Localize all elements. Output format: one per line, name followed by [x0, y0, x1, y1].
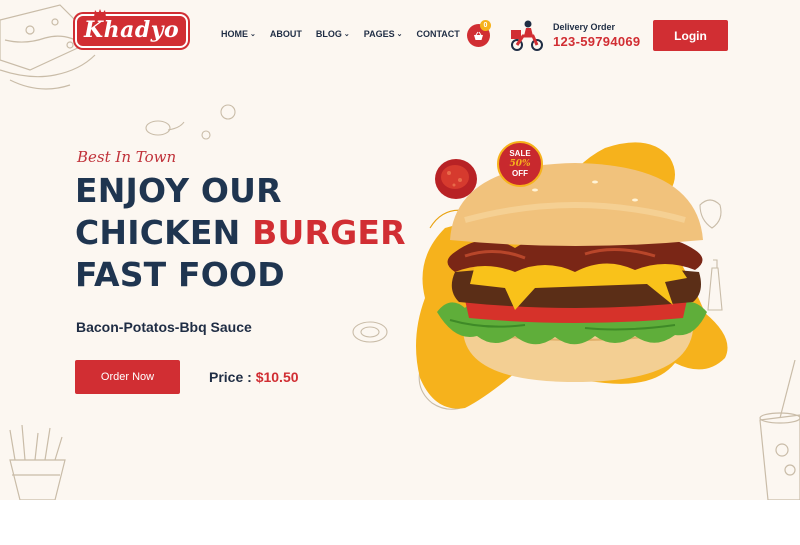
nav-item-about[interactable]: ABOUT — [270, 29, 302, 39]
drink-sketch-icon — [759, 360, 800, 500]
nav-item-blog[interactable]: BLOG ⌄ — [316, 29, 350, 39]
nav-item-pages[interactable]: PAGES ⌄ — [364, 29, 403, 39]
price-display: Price : $10.50 — [209, 369, 299, 385]
tomato-slice-sketch-icon — [352, 321, 388, 343]
nav-item-label: BLOG — [315, 29, 342, 39]
brand-name: Khadyo — [75, 14, 189, 48]
login-button[interactable]: Login — [653, 20, 728, 51]
nav-item-label: ABOUT — [269, 29, 302, 39]
sale-badge-line3: OFF — [512, 169, 528, 178]
chevron-down-icon: ⌄ — [343, 31, 350, 38]
chevron-down-icon: ⌄ — [396, 31, 403, 38]
nav-item-label: PAGES — [363, 29, 395, 39]
nav-item-home[interactable]: HOME ⌄ — [221, 29, 256, 39]
hero-headline: ENJOY OUR CHICKEN BURGER FAST FOOD — [75, 170, 406, 296]
crown-icon — [94, 9, 106, 17]
basket-icon — [474, 31, 483, 40]
sale-badge: SALE 50% OFF — [497, 141, 543, 187]
order-now-button[interactable]: Order Now — [75, 360, 180, 394]
scooter-icon — [511, 20, 543, 51]
price-value: $10.50 — [255, 369, 299, 385]
price-label: Price : — [209, 369, 256, 385]
bottom-section — [0, 500, 800, 545]
headline-line-1: ENJOY OUR — [75, 171, 282, 210]
hero-tagline: Best In Town — [77, 148, 177, 166]
hero-section: SALE 50% OFF Khadyo HOME ⌄ ABOUT BLOG ⌄ … — [0, 0, 800, 500]
delivery-phone[interactable]: 123-59794069 — [553, 34, 640, 49]
delivery-label: Delivery Order — [553, 22, 616, 32]
chevron-down-icon: ⌄ — [250, 31, 256, 38]
herb-sketch-icon — [145, 104, 236, 140]
brand-logo[interactable]: Khadyo — [75, 9, 189, 48]
nav-item-contact[interactable]: CONTACT — [416, 29, 459, 39]
headline-line-2: CHICKEN — [75, 213, 253, 252]
burger-image — [437, 163, 707, 382]
nav-item-label: HOME — [221, 29, 248, 39]
cart-count-badge: 0 — [480, 20, 491, 31]
sale-badge-line2: 50% — [509, 159, 531, 169]
fries-sketch-icon — [9, 425, 66, 500]
sale-badge-line1: SALE — [509, 149, 531, 158]
headline-accent: BURGER — [252, 213, 406, 252]
nav-item-label: CONTACT — [416, 29, 460, 39]
hero-subtitle: Bacon-Potatos-Bbq Sauce — [76, 319, 252, 335]
headline-line-3: FAST FOOD — [75, 255, 285, 294]
main-nav: HOME ⌄ ABOUT BLOG ⌄ PAGES ⌄ CONTACT — [221, 29, 474, 39]
